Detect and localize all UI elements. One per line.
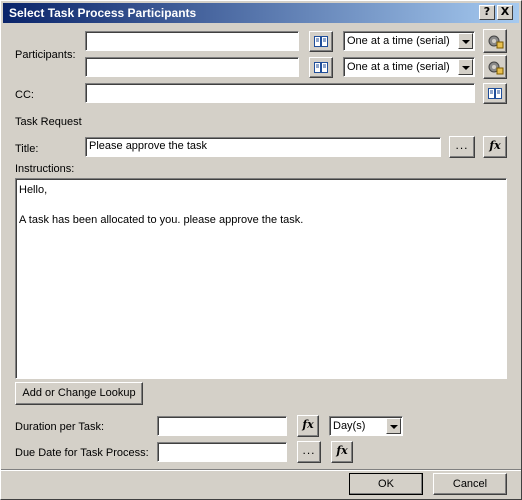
ok-button[interactable]: OK — [349, 473, 423, 495]
task-request-section-label: Task Request — [15, 116, 82, 128]
close-icon: X — [500, 5, 510, 18]
address-book-button-cc[interactable] — [483, 83, 507, 104]
function-icon: fx — [489, 139, 501, 152]
cc-label: CC: — [15, 89, 34, 101]
participants-input-2[interactable] — [85, 57, 299, 77]
cc-input[interactable] — [85, 83, 475, 103]
cancel-button[interactable]: Cancel — [433, 473, 507, 495]
order-select-1-value: One at a time (serial) — [347, 35, 450, 47]
add-change-lookup-button[interactable]: Add or Change Lookup — [15, 382, 143, 405]
order-select-2[interactable]: One at a time (serial) — [343, 57, 475, 77]
participants-label: Participants: — [15, 49, 76, 61]
order-select-2-value: One at a time (serial) — [347, 61, 450, 73]
address-book-icon — [314, 36, 328, 47]
title-label: Title: — [15, 143, 39, 155]
task-process-dialog: Select Task Process Participants ? X Par… — [0, 0, 522, 500]
due-date-input[interactable] — [157, 442, 287, 462]
duration-function-button[interactable]: fx — [297, 415, 319, 437]
chevron-down-icon[interactable] — [458, 59, 473, 75]
title-input[interactable]: Please approve the task — [85, 137, 441, 157]
help-icon: ? — [483, 5, 491, 18]
title-bar: Select Task Process Participants ? X — [3, 3, 519, 23]
address-book-icon — [488, 88, 502, 99]
close-button[interactable]: X — [497, 5, 513, 20]
address-book-icon — [314, 62, 328, 73]
instructions-textarea[interactable]: Hello, A task has been allocated to you.… — [15, 178, 507, 379]
due-date-browse-button[interactable]: ... — [297, 441, 321, 463]
address-book-button-1[interactable] — [309, 31, 333, 52]
instructions-label: Instructions: — [15, 163, 75, 175]
address-book-button-2[interactable] — [309, 57, 333, 78]
chevron-down-icon[interactable] — [386, 418, 401, 434]
participants-input-1[interactable] — [85, 31, 299, 51]
duration-unit-value: Day(s) — [333, 420, 366, 432]
function-icon: fx — [302, 418, 314, 431]
order-select-1[interactable]: One at a time (serial) — [343, 31, 475, 51]
help-button[interactable]: ? — [479, 5, 495, 20]
duration-unit-select[interactable]: Day(s) — [329, 416, 403, 436]
duration-label: Duration per Task: — [15, 421, 105, 433]
duration-input[interactable] — [157, 416, 287, 436]
function-icon: fx — [336, 444, 348, 457]
workflow-gear-button-1[interactable] — [483, 29, 507, 53]
gear-icon — [488, 35, 504, 49]
workflow-gear-button-2[interactable] — [483, 55, 507, 79]
bottom-separator — [1, 469, 521, 471]
gear-icon — [488, 61, 504, 75]
due-date-label: Due Date for Task Process: — [15, 447, 149, 459]
due-date-function-button[interactable]: fx — [331, 441, 353, 463]
title-browse-button[interactable]: ... — [449, 136, 475, 158]
dialog-title: Select Task Process Participants — [9, 6, 197, 20]
chevron-down-icon[interactable] — [458, 33, 473, 49]
title-function-button[interactable]: fx — [483, 136, 507, 158]
